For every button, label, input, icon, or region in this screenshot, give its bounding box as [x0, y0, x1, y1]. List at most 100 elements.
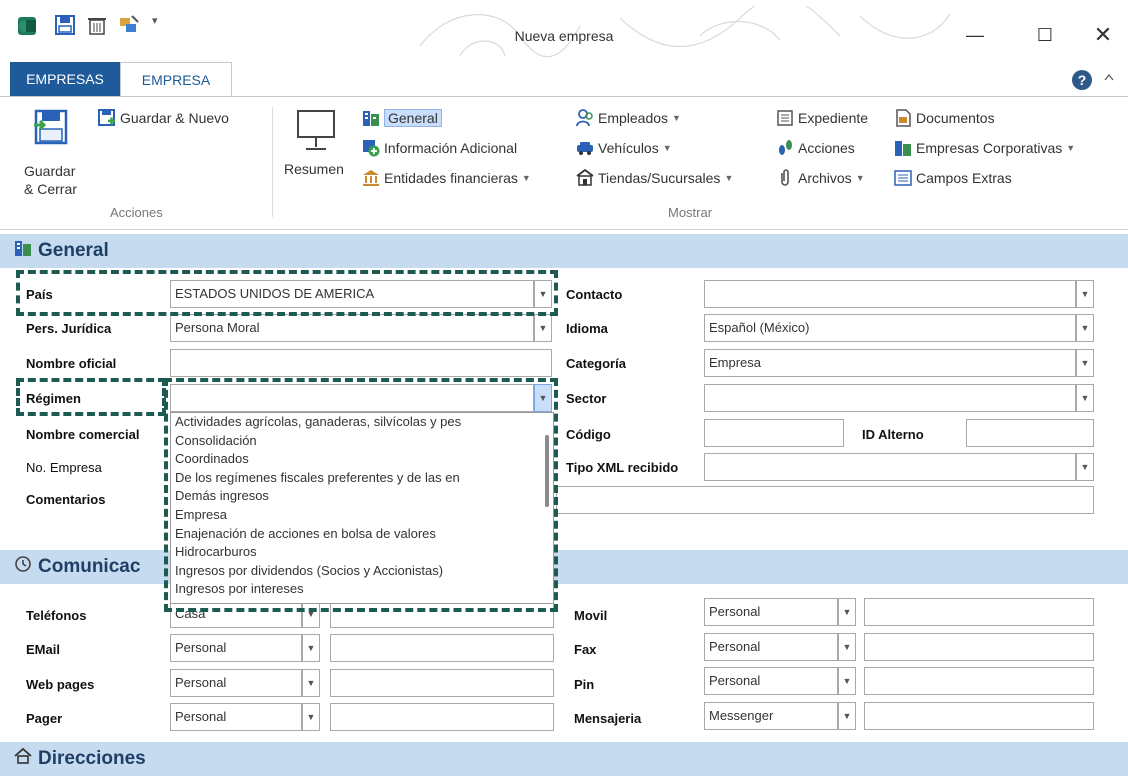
email-input[interactable]: [330, 634, 554, 662]
categoria-select[interactable]: Empresa: [704, 349, 1076, 377]
acciones-button[interactable]: Acciones: [776, 139, 855, 157]
form-fields-icon: [894, 169, 912, 187]
nombre-oficial-input[interactable]: [170, 349, 552, 377]
nombre-oficial-label: Nombre oficial: [26, 356, 117, 371]
mensajeria-label: Mensajeria: [574, 711, 642, 726]
tipo-xml-label: Tipo XML recibido: [566, 460, 679, 475]
idioma-dropdown-button[interactable]: ▼: [1076, 314, 1094, 342]
building-icon: [362, 109, 380, 127]
email-label: EMail: [26, 642, 60, 657]
movil-input[interactable]: [864, 598, 1094, 626]
fax-label: Fax: [574, 642, 597, 657]
movil-type-dropdown-button[interactable]: ▼: [838, 598, 856, 626]
section-direcciones-title: Direcciones: [38, 748, 146, 769]
empleados-button[interactable]: Empleados ▼: [576, 109, 681, 127]
pin-type-dropdown-button[interactable]: ▼: [838, 667, 856, 695]
tipo-xml-dropdown-button[interactable]: ▼: [1076, 453, 1094, 481]
close-button[interactable]: ✕: [1088, 24, 1118, 46]
quick-access-dropdown-icon[interactable]: ▾: [152, 14, 158, 27]
webpages-input[interactable]: [330, 669, 554, 697]
no-empresa-label: No. Empresa: [26, 460, 102, 475]
section-comunicacion-title: Comunicac: [38, 556, 141, 577]
resumen-button[interactable]: Resumen: [282, 109, 356, 189]
webpages-type-dropdown-button[interactable]: ▼: [302, 669, 320, 697]
ribbon-separator: [272, 107, 273, 217]
informacion-adicional-button[interactable]: Información Adicional: [362, 139, 517, 157]
movil-type-select[interactable]: Personal: [704, 598, 838, 626]
tab-empresa[interactable]: EMPRESA: [120, 62, 232, 97]
mensajeria-input[interactable]: [864, 702, 1094, 730]
sector-dropdown-button[interactable]: ▼: [1076, 384, 1094, 412]
car-icon: [576, 139, 594, 157]
file-folder-icon: [776, 109, 794, 127]
empresas-corporativas-button[interactable]: Empresas Corporativas ▼: [894, 139, 1075, 157]
mensajeria-type-dropdown-button[interactable]: ▼: [838, 702, 856, 730]
documentos-label: Documentos: [916, 110, 995, 126]
fax-type-dropdown-button[interactable]: ▼: [838, 633, 856, 661]
archivos-button[interactable]: Archivos ▼: [776, 169, 865, 187]
highlight-regimen-list: [164, 378, 558, 612]
guardar-cerrar-button[interactable]: Guardar & Cerrar: [22, 107, 92, 203]
entidades-financieras-button[interactable]: Entidades financieras ▼: [362, 169, 531, 187]
fax-input[interactable]: [864, 633, 1094, 661]
vehiculos-label: Vehículos: [598, 140, 659, 156]
pin-input[interactable]: [864, 667, 1094, 695]
save-new-icon: [98, 109, 116, 127]
pin-type-select[interactable]: Personal: [704, 667, 838, 695]
categoria-dropdown-button[interactable]: ▼: [1076, 349, 1094, 377]
footsteps-icon: [776, 139, 794, 157]
info-add-icon: [362, 139, 380, 157]
section-general[interactable]: General: [0, 234, 1128, 268]
title-bar: ▾ Nueva empresa — ☐ ✕: [0, 0, 1128, 62]
general-button[interactable]: General: [362, 109, 442, 127]
ribbon-tabs: EMPRESAS EMPRESA ?: [0, 62, 1128, 97]
mensajeria-type-select[interactable]: Messenger: [704, 702, 838, 730]
clock-icon: [14, 555, 32, 579]
chevron-down-icon: ▼: [672, 113, 681, 123]
tipo-xml-select[interactable]: [704, 453, 1076, 481]
informacion-adicional-label: Información Adicional: [384, 140, 518, 156]
collapse-ribbon-icon[interactable]: [1104, 72, 1114, 84]
buildings-icon: [894, 139, 912, 157]
pers-juridica-dropdown-button[interactable]: ▼: [534, 314, 552, 342]
comentarios-input[interactable]: [556, 486, 1094, 514]
email-type-dropdown-button[interactable]: ▼: [302, 634, 320, 662]
resumen-label: Resumen: [284, 161, 344, 177]
vehiculos-button[interactable]: Vehículos ▼: [576, 139, 672, 157]
idioma-select[interactable]: Español (México): [704, 314, 1076, 342]
guardar-cerrar-label-2: & Cerrar: [24, 181, 77, 197]
pers-juridica-label: Pers. Jurídica: [26, 321, 112, 336]
fax-type-select[interactable]: Personal: [704, 633, 838, 661]
pager-input[interactable]: [330, 703, 554, 731]
contacto-dropdown-button[interactable]: ▼: [1076, 280, 1094, 308]
presentation-icon: [294, 109, 338, 156]
section-general-title: General: [38, 240, 109, 261]
acciones-group-label: Acciones: [110, 205, 163, 220]
contacto-label: Contacto: [566, 287, 623, 302]
expediente-button[interactable]: Expediente: [776, 109, 868, 127]
tiendas-sucursales-label: Tiendas/Sucursales: [598, 170, 721, 186]
highlight-regimen-label: [16, 378, 166, 416]
webpages-label: Web pages: [26, 677, 95, 692]
entidades-financieras-label: Entidades financieras: [384, 170, 518, 186]
id-alterno-input[interactable]: [966, 419, 1094, 447]
sector-select[interactable]: [704, 384, 1076, 412]
pager-type-dropdown-button[interactable]: ▼: [302, 703, 320, 731]
codigo-input[interactable]: [704, 419, 844, 447]
tiendas-sucursales-button[interactable]: Tiendas/Sucursales ▼: [576, 168, 733, 187]
maximize-button[interactable]: ☐: [1030, 24, 1060, 46]
documentos-button[interactable]: Documentos: [894, 109, 995, 127]
minimize-button[interactable]: —: [960, 24, 990, 46]
webpages-type-select[interactable]: Personal: [170, 669, 302, 697]
guardar-nuevo-button[interactable]: Guardar & Nuevo: [98, 109, 229, 127]
chevron-down-icon: ▼: [1066, 143, 1076, 153]
campos-extras-button[interactable]: Campos Extras: [894, 169, 1012, 187]
email-type-select[interactable]: Personal: [170, 634, 302, 662]
contacto-select[interactable]: [704, 280, 1076, 308]
help-icon[interactable]: ?: [1072, 70, 1092, 90]
comentarios-label: Comentarios: [26, 492, 106, 507]
pers-juridica-select[interactable]: Persona Moral: [170, 314, 534, 342]
section-direcciones[interactable]: Direcciones: [0, 742, 1128, 776]
pager-type-select[interactable]: Personal: [170, 703, 302, 731]
tab-empresas[interactable]: EMPRESAS: [10, 62, 120, 96]
